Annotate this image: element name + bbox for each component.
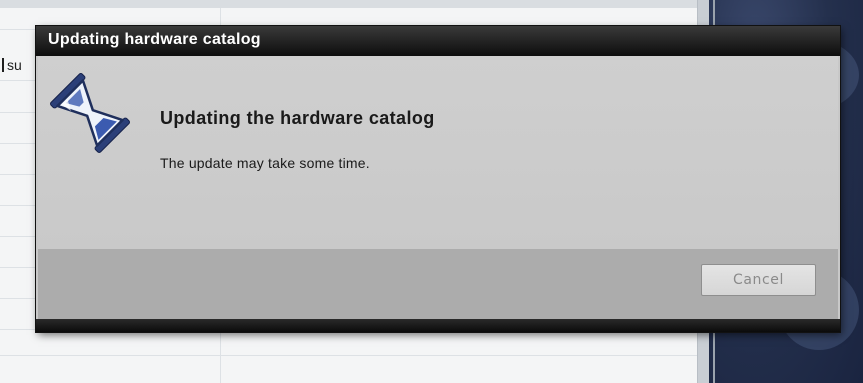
dialog-title: Updating hardware catalog <box>48 31 261 48</box>
dialog-footer: Cancel <box>38 249 838 319</box>
dialog-message: The update may take some time. <box>160 155 370 171</box>
progress-dialog: Updating hardware catalog Updating the h… <box>36 26 840 332</box>
hourglass-icon <box>50 73 130 153</box>
background-top-strip <box>0 0 707 8</box>
table-row-divider <box>0 355 707 356</box>
dialog-bottom-bar <box>36 319 840 332</box>
cancel-button[interactable]: Cancel <box>701 264 816 296</box>
dialog-heading: Updating the hardware catalog <box>160 108 435 128</box>
dialog-titlebar[interactable]: Updating hardware catalog <box>36 26 840 56</box>
dialog-body: Updating the hardware catalog The update… <box>38 56 838 249</box>
table-cell-text: su <box>2 57 22 73</box>
table-cell-label: su <box>7 57 22 73</box>
screen: su Updating hardware catalog Updating th… <box>0 0 863 383</box>
text-cursor-mark <box>2 58 4 72</box>
